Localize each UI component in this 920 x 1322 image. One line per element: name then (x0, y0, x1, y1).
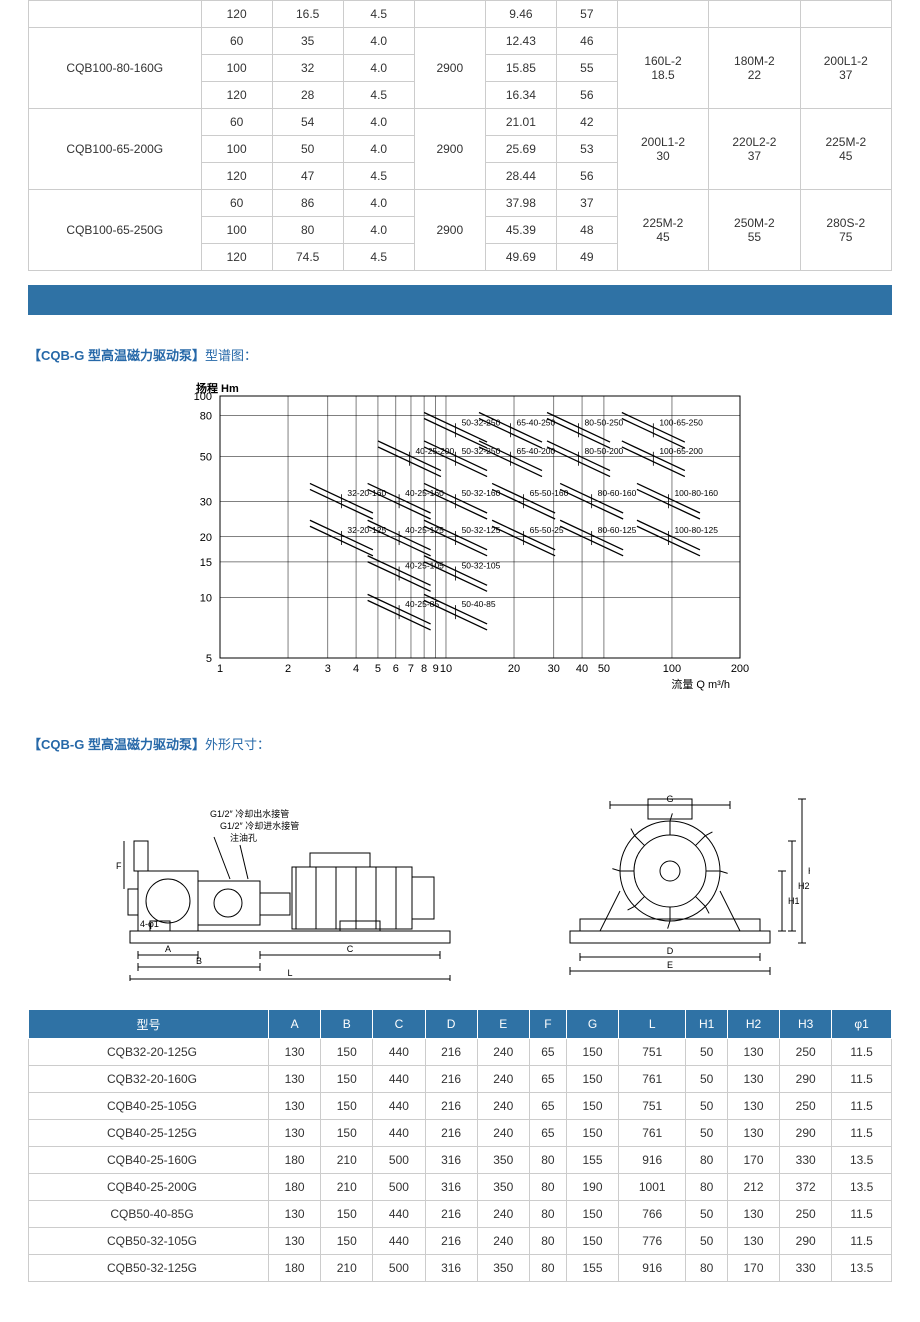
svg-text:15: 15 (200, 557, 212, 569)
svg-text:G1/2″ 冷却进水接管: G1/2″ 冷却进水接管 (220, 820, 299, 831)
svg-text:3: 3 (325, 663, 331, 675)
svg-text:65-40-250: 65-40-250 (517, 417, 556, 427)
spectrum-chart: 1234567891020304050100200510152030508010… (160, 378, 760, 698)
svg-text:40-25-85: 40-25-85 (405, 599, 439, 609)
svg-text:H2: H2 (798, 881, 810, 891)
svg-text:G1/2″ 冷却出水接管: G1/2″ 冷却出水接管 (210, 808, 289, 819)
svg-text:2: 2 (285, 663, 291, 675)
svg-text:扬程 Hm: 扬程 Hm (196, 381, 239, 395)
svg-text:L: L (287, 968, 292, 978)
section-title-spectrum: 【CQB-G 型高温磁力驱动泵】型谱图： (28, 345, 892, 364)
dimension-table: 型号ABCDEFGLH1H2H3φ1 CQB32-20-125G13015044… (28, 1009, 892, 1282)
svg-text:50-32-105: 50-32-105 (462, 561, 501, 571)
svg-text:100-65-200: 100-65-200 (659, 446, 703, 456)
svg-text:G: G (666, 794, 673, 804)
svg-text:30: 30 (200, 496, 212, 508)
svg-text:流量 Q m³/h: 流量 Q m³/h (671, 677, 730, 691)
svg-text:50-32-160: 50-32-160 (462, 488, 501, 498)
svg-text:4: 4 (353, 663, 359, 675)
svg-text:100: 100 (663, 663, 681, 675)
svg-text:30: 30 (548, 663, 560, 675)
svg-text:10: 10 (440, 663, 452, 675)
svg-text:80-60-160: 80-60-160 (598, 488, 637, 498)
svg-text:80-60-125: 80-60-125 (598, 525, 637, 535)
svg-text:20: 20 (508, 663, 520, 675)
svg-text:80: 80 (200, 411, 212, 423)
svg-text:D: D (667, 946, 674, 956)
svg-text:80-50-250: 80-50-250 (585, 417, 624, 427)
svg-text:50-32-125: 50-32-125 (462, 525, 501, 535)
svg-text:H1: H1 (788, 896, 800, 906)
svg-text:9: 9 (433, 663, 439, 675)
svg-text:7: 7 (408, 663, 414, 675)
svg-text:H3: H3 (808, 866, 810, 876)
svg-text:40-25-200: 40-25-200 (415, 446, 454, 456)
svg-text:100-80-160: 100-80-160 (674, 488, 718, 498)
svg-text:100-80-125: 100-80-125 (674, 525, 718, 535)
blue-divider-bar (28, 285, 892, 315)
svg-text:5: 5 (375, 663, 381, 675)
svg-text:E: E (667, 960, 673, 970)
svg-text:40: 40 (576, 663, 588, 675)
svg-text:50-40-85: 50-40-85 (462, 599, 496, 609)
svg-text:4-φ1: 4-φ1 (140, 919, 159, 929)
svg-text:6: 6 (393, 663, 399, 675)
section-title-dims: 【CQB-G 型高温磁力驱动泵】外形尺寸： (28, 734, 892, 753)
svg-text:F: F (116, 861, 122, 871)
svg-text:B: B (196, 956, 202, 966)
svg-text:8: 8 (421, 663, 427, 675)
svg-text:5: 5 (206, 653, 212, 665)
performance-table: 12016.54.59.4657CQB100-80-160G60354.0290… (28, 0, 892, 271)
svg-text:A: A (165, 944, 171, 954)
svg-text:20: 20 (200, 532, 212, 544)
svg-text:注油孔: 注油孔 (230, 832, 257, 843)
svg-text:1: 1 (217, 663, 223, 675)
svg-text:50: 50 (598, 663, 610, 675)
svg-text:10: 10 (200, 592, 212, 604)
svg-text:200: 200 (731, 663, 749, 675)
svg-text:65-50-25: 65-50-25 (530, 525, 564, 535)
svg-text:50: 50 (200, 452, 212, 464)
svg-text:C: C (347, 944, 354, 954)
svg-text:65-50-160: 65-50-160 (530, 488, 569, 498)
outline-drawing-side: G1/2″ 冷却出水接管G1/2″ 冷却进水接管注油孔 4-φ1 A B C L F (110, 781, 470, 981)
svg-text:65-40-200: 65-40-200 (517, 446, 556, 456)
svg-text:80-50-200: 80-50-200 (585, 446, 624, 456)
svg-text:100-65-250: 100-65-250 (659, 417, 703, 427)
outline-drawing-front: DE G H1 H2 H3 (530, 781, 810, 981)
